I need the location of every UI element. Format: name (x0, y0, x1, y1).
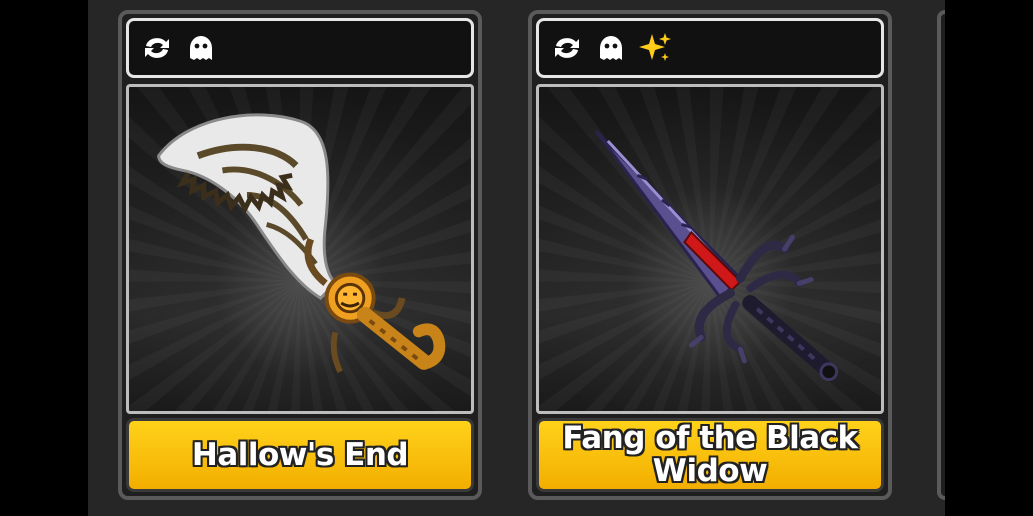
item-preview (126, 84, 474, 414)
item-preview (536, 84, 884, 414)
item-name-bar: Hallow's End (126, 418, 474, 492)
ghost-icon (593, 30, 629, 66)
swap-arrows-icon (549, 30, 585, 66)
item-card-fang-of-the-black-widow[interactable]: Fang of the Black Widow (528, 10, 892, 500)
sparkles-icon (637, 30, 673, 66)
card-tag-bar (536, 18, 884, 78)
item-name: Hallow's End (191, 436, 409, 473)
item-card-partial[interactable] (937, 10, 945, 500)
fang-of-the-black-widow-sword-image (594, 130, 839, 382)
ghost-icon (183, 30, 219, 66)
hallows-end-sword-image (157, 113, 446, 374)
item-name: Fang of the Black Widow (562, 420, 858, 489)
item-name-bar: Fang of the Black Widow (536, 418, 884, 492)
card-tag-bar (126, 18, 474, 78)
swap-arrows-icon (139, 30, 175, 66)
item-card-hallows-end[interactable]: Hallow's End (118, 10, 482, 500)
